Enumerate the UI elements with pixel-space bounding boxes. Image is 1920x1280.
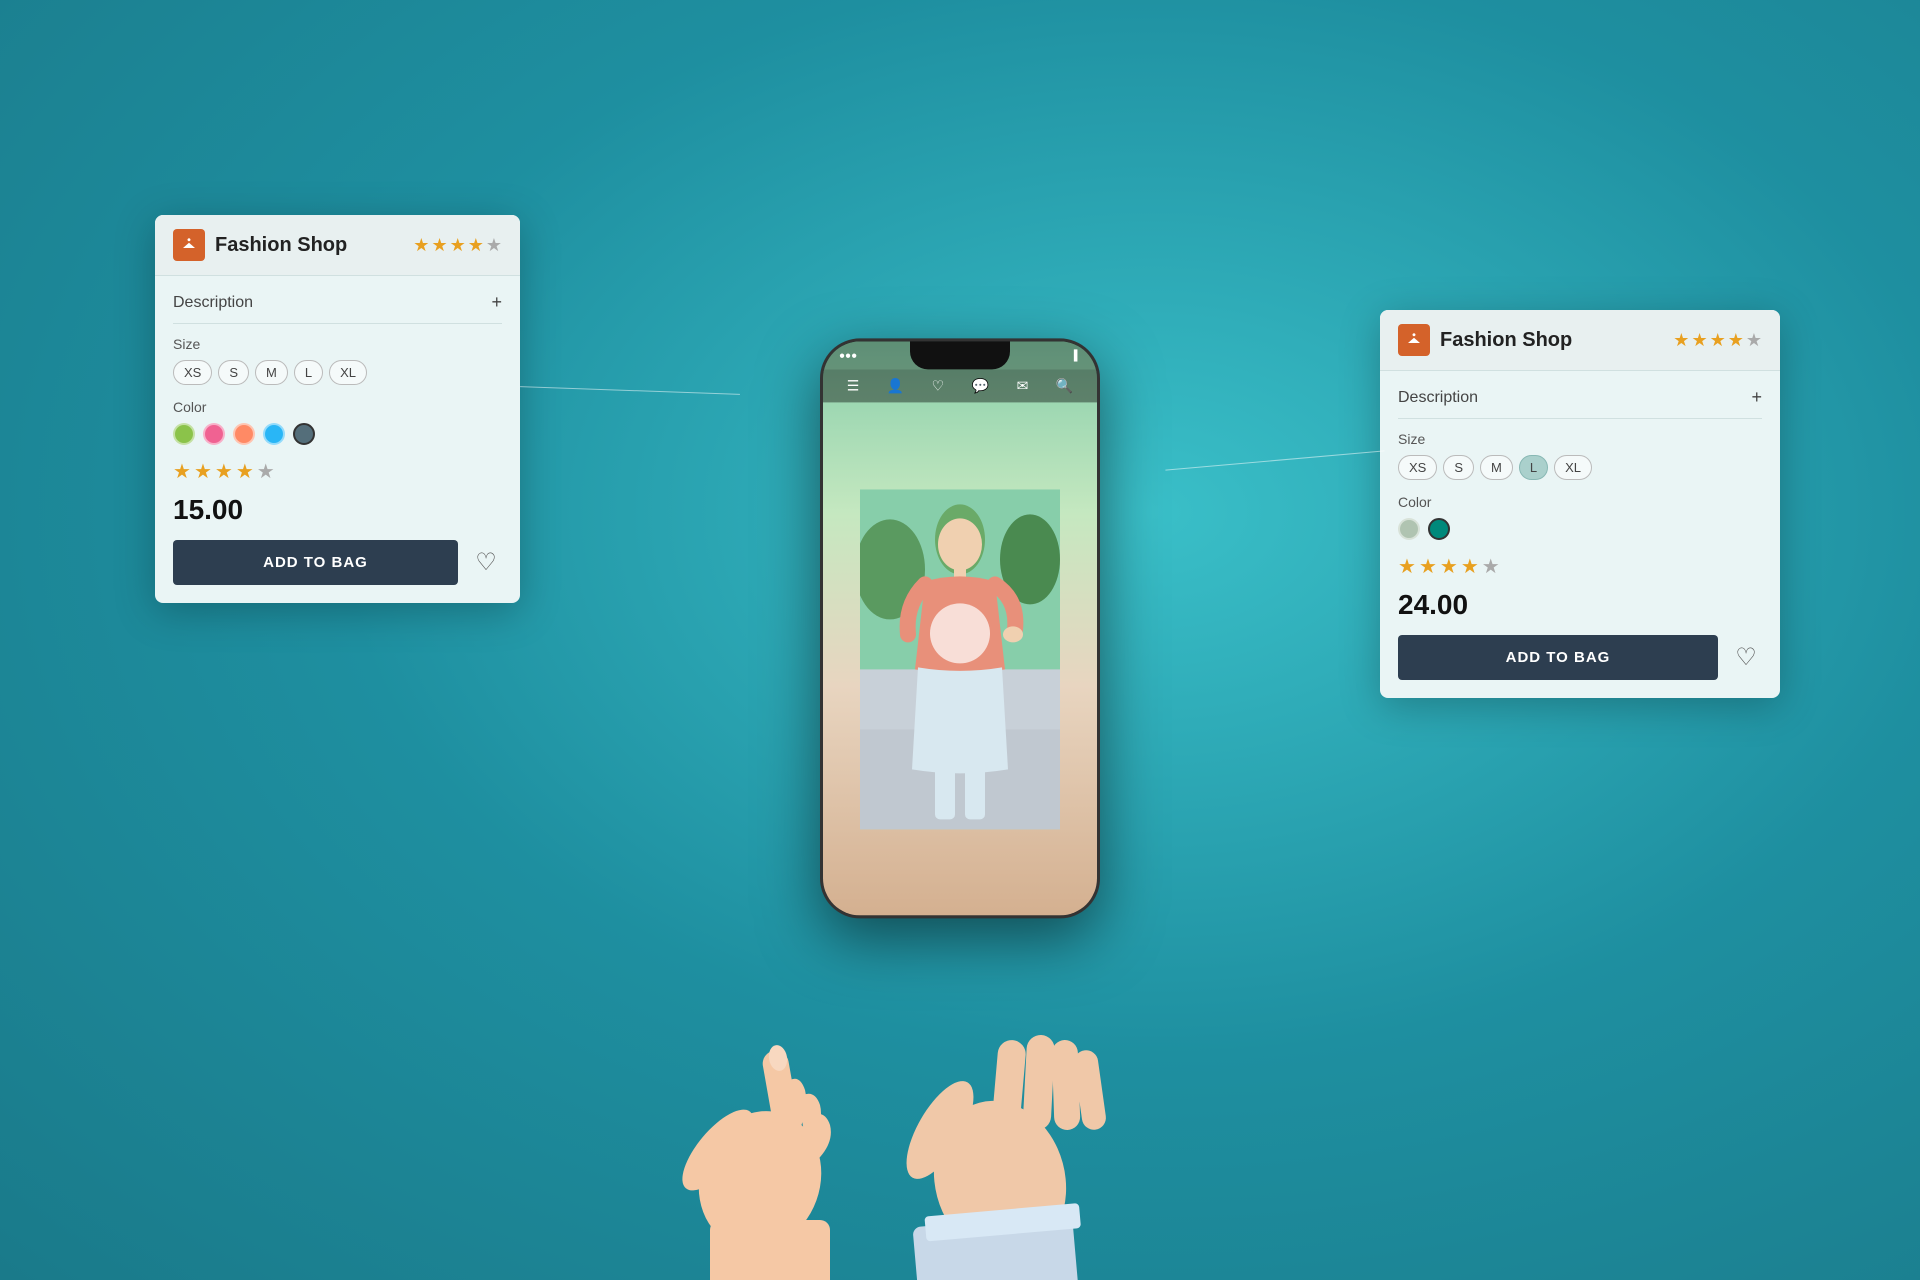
phone-image-area xyxy=(823,402,1097,915)
card-left-title: Fashion Shop xyxy=(215,234,403,257)
color-teal-right[interactable] xyxy=(1428,518,1450,540)
description-row-right: Description + xyxy=(1398,387,1762,419)
scene: Fashion Shop ★ ★ ★ ★ ★ Description + Siz… xyxy=(0,0,1920,1280)
description-plus-right[interactable]: + xyxy=(1751,387,1762,408)
phone: ●●● 12:36 ▌ ☰ 👤 ♡ 💬 ✉ 🔍 xyxy=(820,338,1100,918)
product-card-right: Fashion Shop ★ ★ ★ ★ ★ Description + Siz… xyxy=(1380,310,1780,698)
color-blue-left[interactable] xyxy=(263,423,285,445)
size-m-right[interactable]: M xyxy=(1480,455,1513,480)
size-options-left: XS S M L XL xyxy=(173,360,502,385)
color-green-left[interactable] xyxy=(173,423,195,445)
size-xl-right[interactable]: XL xyxy=(1554,455,1592,480)
add-to-bag-button-right[interactable]: ADD TO BAG xyxy=(1398,635,1718,680)
phone-body: ●●● 12:36 ▌ ☰ 👤 ♡ 💬 ✉ 🔍 xyxy=(820,338,1100,918)
size-xs-right[interactable]: XS xyxy=(1398,455,1437,480)
color-dark-left[interactable] xyxy=(293,423,315,445)
phone-signal: ●●● xyxy=(839,350,857,361)
menu-icon[interactable]: ☰ xyxy=(847,377,860,394)
card-right-header: Fashion Shop ★ ★ ★ ★ ★ xyxy=(1380,310,1780,371)
size-label-left: Size xyxy=(173,336,502,352)
mail-icon[interactable]: ✉ xyxy=(1017,377,1029,394)
color-sage-right[interactable] xyxy=(1398,518,1420,540)
color-label-left: Color xyxy=(173,399,502,415)
phone-nav[interactable]: ☰ 👤 ♡ 💬 ✉ 🔍 xyxy=(823,369,1097,402)
description-row-left: Description + xyxy=(173,292,502,324)
description-label-right: Description xyxy=(1398,389,1478,407)
size-l-left[interactable]: L xyxy=(294,360,323,385)
rating-row-right: ★ ★ ★ ★ ★ xyxy=(1398,554,1762,579)
size-s-right[interactable]: S xyxy=(1443,455,1474,480)
wishlist-icon-right[interactable]: ♡ xyxy=(1730,642,1762,674)
phone-battery: ▌ xyxy=(1074,350,1081,361)
phone-notch xyxy=(910,341,1010,369)
size-options-right: XS S M L XL xyxy=(1398,455,1762,480)
card-left-stars: ★ ★ ★ ★ ★ xyxy=(413,235,502,256)
hanger-icon-right xyxy=(1398,324,1430,356)
color-label-right: Color xyxy=(1398,494,1762,510)
color-options-right xyxy=(1398,518,1762,540)
card-right-stars: ★ ★ ★ ★ ★ xyxy=(1673,330,1762,351)
wishlist-icon-left[interactable]: ♡ xyxy=(470,547,502,579)
chat-icon[interactable]: 💬 xyxy=(972,377,989,394)
color-options-left xyxy=(173,423,502,445)
size-xl-left[interactable]: XL xyxy=(329,360,367,385)
description-plus-left[interactable]: + xyxy=(491,292,502,313)
price-right: 24.00 xyxy=(1398,589,1762,621)
size-l-right[interactable]: L xyxy=(1519,455,1548,480)
color-orange-left[interactable] xyxy=(233,423,255,445)
size-s-left[interactable]: S xyxy=(218,360,249,385)
touch-ripple xyxy=(930,603,990,663)
size-xs-left[interactable]: XS xyxy=(173,360,212,385)
phone-screen: ●●● 12:36 ▌ ☰ 👤 ♡ 💬 ✉ 🔍 xyxy=(823,341,1097,915)
card-right-title: Fashion Shop xyxy=(1440,329,1663,352)
card-right-body: Description + Size XS S M L XL Color ★ ★… xyxy=(1380,371,1780,698)
add-to-bag-button-left[interactable]: ADD TO BAG xyxy=(173,540,458,585)
price-left: 15.00 xyxy=(173,494,502,526)
profile-icon[interactable]: 👤 xyxy=(887,377,904,394)
add-to-bag-row-left: ADD TO BAG ♡ xyxy=(173,540,502,585)
card-left-body: Description + Size XS S M L XL Color ★ xyxy=(155,276,520,603)
color-pink-left[interactable] xyxy=(203,423,225,445)
card-left-header: Fashion Shop ★ ★ ★ ★ ★ xyxy=(155,215,520,276)
hanger-icon-left xyxy=(173,229,205,261)
product-card-left: Fashion Shop ★ ★ ★ ★ ★ Description + Siz… xyxy=(155,215,520,603)
size-m-left[interactable]: M xyxy=(255,360,288,385)
add-to-bag-row-right: ADD TO BAG ♡ xyxy=(1398,635,1762,680)
size-label-right: Size xyxy=(1398,431,1762,447)
rating-row-left: ★ ★ ★ ★ ★ xyxy=(173,459,502,484)
heart-nav-icon[interactable]: ♡ xyxy=(932,377,945,394)
search-icon[interactable]: 🔍 xyxy=(1056,377,1073,394)
description-label-left: Description xyxy=(173,294,253,312)
